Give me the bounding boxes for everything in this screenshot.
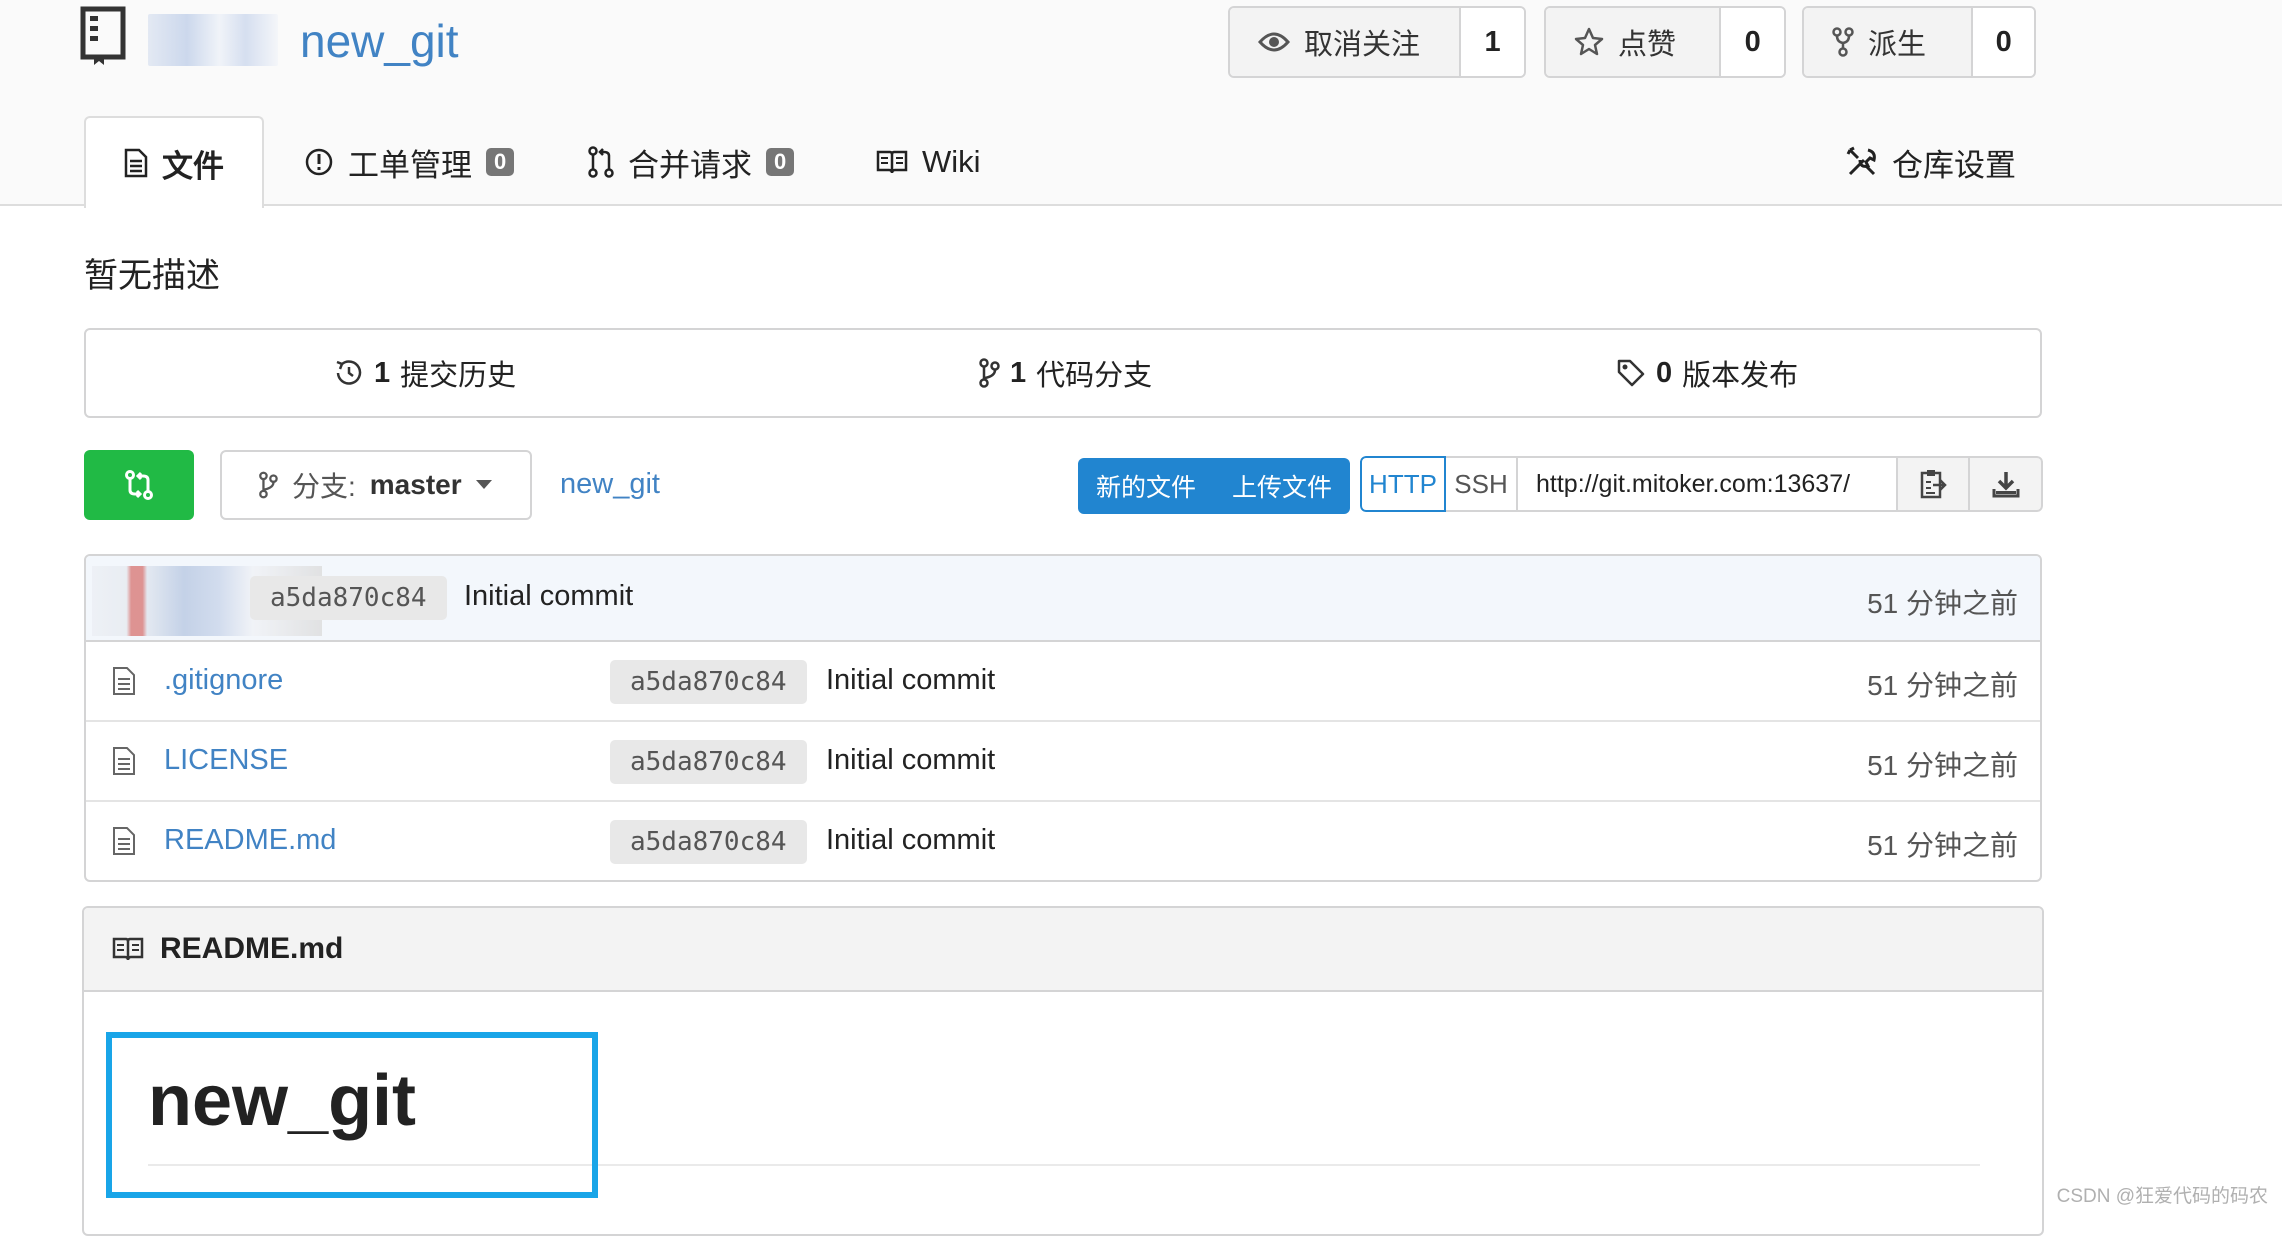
commits-link[interactable]: 1 提交历史 — [334, 330, 516, 416]
copy-url-button[interactable] — [1898, 456, 1970, 512]
branch-icon — [258, 471, 278, 499]
branch-icon — [978, 358, 1000, 388]
branches-count: 1 — [1010, 356, 1027, 389]
branch-dropdown[interactable]: 分支: master — [220, 450, 532, 520]
file-commit-age: 51 分钟之前 — [1867, 830, 2018, 861]
book-icon — [876, 149, 908, 175]
watch-label: 取消关注 — [1304, 29, 1421, 61]
fork-icon — [1832, 27, 1854, 57]
tab-files[interactable]: 文件 — [84, 116, 264, 208]
releases-count: 0 — [1656, 356, 1673, 389]
breadcrumb-repo-link[interactable]: new_git — [560, 468, 660, 501]
clone-panel: HTTP SSH http://git.mitoker.com:13637/ — [1360, 456, 2043, 512]
tab-wiki-label: Wiki — [922, 144, 981, 179]
star-icon — [1574, 27, 1604, 57]
fork-button[interactable]: 派生 — [1804, 8, 1974, 76]
download-icon — [1991, 469, 2021, 499]
caret-down-icon — [475, 480, 492, 490]
owner-name-redacted[interactable] — [148, 14, 278, 66]
tab-settings[interactable]: 仓库设置 — [1846, 116, 2016, 208]
fork-button-group[interactable]: 派生 0 — [1802, 6, 2036, 78]
upload-file-button[interactable]: 上传文件 — [1214, 468, 1350, 504]
star-button-group[interactable]: 点赞 0 — [1544, 6, 1786, 78]
repo-stats-bar: 1 提交历史 1 代码分支 0 版本发布 — [84, 328, 2042, 418]
watch-count[interactable]: 1 — [1461, 8, 1524, 76]
tab-settings-label: 仓库设置 — [1892, 147, 2016, 183]
issue-icon — [304, 147, 334, 177]
file-commit-sha[interactable]: a5da870c84 — [610, 740, 807, 784]
file-commit-sha[interactable]: a5da870c84 — [610, 660, 807, 704]
compare-icon — [122, 468, 156, 502]
tools-icon — [1846, 146, 1878, 178]
history-icon — [334, 358, 364, 388]
file-text-icon — [124, 148, 148, 178]
watermark: CSDN @狂爱代码的码农 — [2056, 1186, 2268, 1207]
new-file-button[interactable]: 新的文件 — [1078, 468, 1214, 504]
fork-label: 派生 — [1868, 29, 1927, 61]
file-row: .gitignore a5da870c84 Initial commit 51 … — [86, 642, 2040, 722]
branches-link[interactable]: 1 代码分支 — [978, 330, 1152, 416]
fork-count[interactable]: 0 — [1973, 8, 2034, 76]
tab-pull-requests[interactable]: 合并请求 0 — [588, 116, 795, 208]
annotation-highlight-box — [106, 1032, 598, 1198]
tab-pull-requests-label: 合并请求 — [628, 147, 752, 183]
file-commit-age: 51 分钟之前 — [1867, 670, 2018, 701]
download-button[interactable] — [1970, 456, 2043, 512]
issues-count-badge: 0 — [486, 148, 515, 176]
latest-commit-message[interactable]: Initial commit — [464, 580, 633, 613]
repo-book-icon — [80, 6, 132, 66]
file-commit-message[interactable]: Initial commit — [826, 664, 995, 697]
tab-issues[interactable]: 工单管理 0 — [304, 116, 515, 208]
repo-description: 暂无描述 — [84, 257, 220, 295]
file-icon — [112, 826, 138, 858]
pull-request-icon — [588, 146, 614, 178]
branch-prefix: 分支: — [292, 471, 356, 502]
branches-label: 代码分支 — [1036, 360, 1153, 392]
tab-wiki[interactable]: Wiki — [876, 116, 981, 208]
clone-url-input[interactable]: http://git.mitoker.com:13637/ — [1518, 456, 1898, 512]
file-row: README.md a5da870c84 Initial commit 51 分… — [86, 802, 2040, 880]
latest-commit-sha[interactable]: a5da870c84 — [250, 576, 447, 620]
http-protocol-button[interactable]: HTTP — [1360, 456, 1446, 512]
watch-button-group[interactable]: 取消关注 1 — [1228, 6, 1526, 78]
file-icon — [112, 746, 138, 778]
latest-commit-age: 51 分钟之前 — [1867, 588, 2018, 619]
compare-button[interactable] — [84, 450, 194, 520]
file-commit-message[interactable]: Initial commit — [826, 824, 995, 857]
tab-files-label: 文件 — [162, 148, 224, 184]
tag-icon — [1616, 358, 1646, 388]
pull-requests-count-badge: 0 — [766, 148, 795, 176]
file-commit-age: 51 分钟之前 — [1867, 750, 2018, 781]
file-actions-group: 新的文件 上传文件 — [1078, 458, 1350, 514]
star-button[interactable]: 点赞 — [1546, 8, 1722, 76]
commits-label: 提交历史 — [400, 360, 517, 392]
file-list: a5da870c84 Initial commit 51 分钟之前 .gitig… — [84, 554, 2042, 882]
commits-count: 1 — [374, 356, 391, 389]
readme-filename: README.md — [160, 932, 344, 965]
latest-commit-row: a5da870c84 Initial commit 51 分钟之前 — [86, 556, 2040, 642]
file-commit-message[interactable]: Initial commit — [826, 744, 995, 777]
branch-name: master — [369, 469, 462, 500]
file-icon — [112, 666, 138, 698]
book-icon — [112, 936, 144, 962]
file-name-link[interactable]: README.md — [164, 824, 336, 857]
releases-label: 版本发布 — [1682, 360, 1799, 392]
watch-button[interactable]: 取消关注 — [1230, 8, 1462, 76]
star-label: 点赞 — [1618, 29, 1677, 61]
readme-header: README.md — [84, 908, 2042, 992]
file-row: LICENSE a5da870c84 Initial commit 51 分钟之… — [86, 722, 2040, 802]
ssh-protocol-button[interactable]: SSH — [1446, 456, 1518, 512]
eye-icon — [1258, 31, 1290, 53]
tab-issues-label: 工单管理 — [348, 147, 472, 183]
file-name-link[interactable]: .gitignore — [164, 664, 283, 697]
clipboard-icon — [1919, 468, 1947, 500]
file-name-link[interactable]: LICENSE — [164, 744, 288, 777]
star-count[interactable]: 0 — [1721, 8, 1784, 76]
repo-name-link[interactable]: new_git — [300, 14, 459, 68]
releases-link[interactable]: 0 版本发布 — [1616, 330, 1798, 416]
file-commit-sha[interactable]: a5da870c84 — [610, 820, 807, 864]
